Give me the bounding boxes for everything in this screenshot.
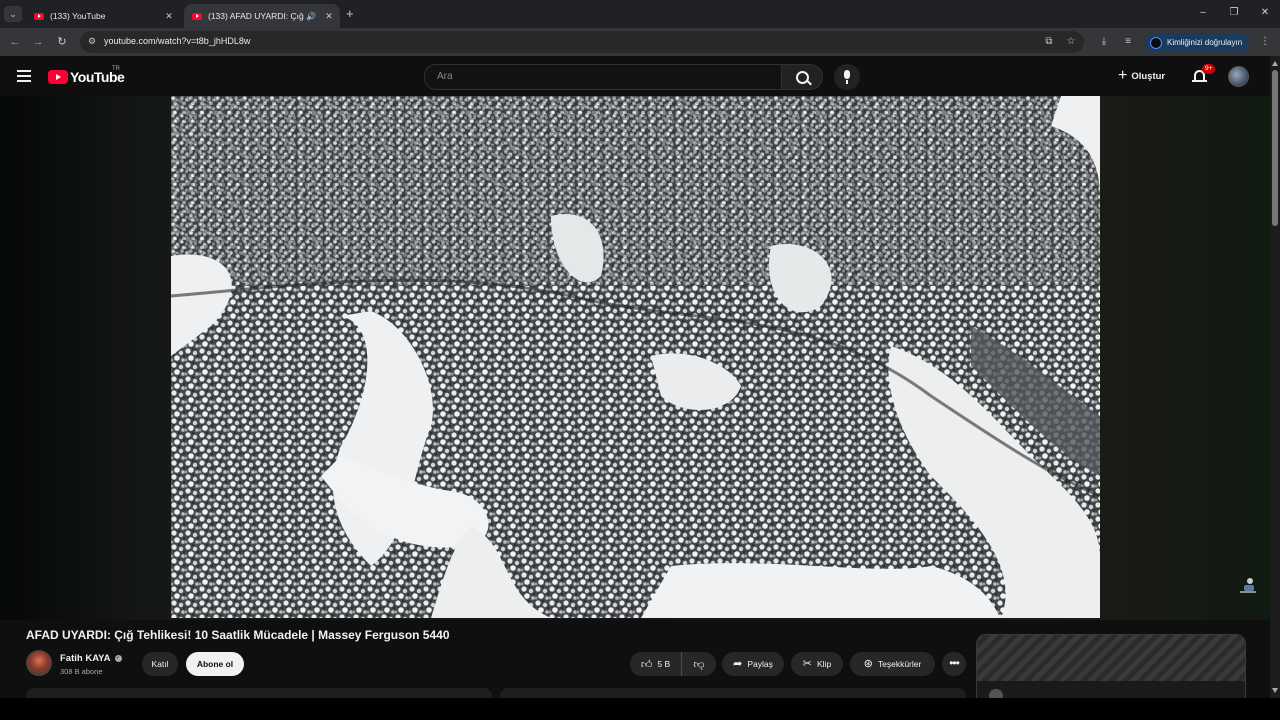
profile-verify-label: Kimliğinizi doğrulayın <box>1167 38 1243 47</box>
browser-tab-bar: ⌄ (133) YouTube ✕ (133) AFAD UYARDI: Çığ… <box>0 0 1280 28</box>
video-frame-snowy-forest <box>171 96 1100 618</box>
youtube-favicon-icon <box>192 12 202 20</box>
thanks-button[interactable]: ⊛ Teşekkürler <box>850 652 935 676</box>
like-count: 5 B <box>657 659 671 669</box>
youtube-play-logo-icon <box>48 70 68 84</box>
reload-icon[interactable]: ↻ <box>55 35 69 49</box>
tab-close-icon[interactable]: ✕ <box>162 11 176 22</box>
speaker-icon[interactable]: 🔊 <box>306 12 316 21</box>
video-player[interactable] <box>171 96 1100 618</box>
search-box[interactable] <box>424 64 782 90</box>
search-button[interactable] <box>781 64 823 90</box>
scissors-icon: ✂ <box>802 658 813 670</box>
plus-icon: + <box>1118 67 1128 84</box>
mic-icon <box>844 70 850 84</box>
window-close-button[interactable]: ✕ <box>1258 6 1272 20</box>
share-arrow-icon: ➦ <box>733 658 743 670</box>
subscribe-label: Abone ol <box>196 659 234 669</box>
search-icon <box>796 71 809 84</box>
verified-check-icon: ✓ <box>114 655 122 662</box>
new-tab-button[interactable]: + <box>346 6 354 22</box>
install-app-icon[interactable]: ⧉ <box>1042 35 1056 49</box>
browser-menu-icon[interactable]: ⋮ <box>1258 35 1272 49</box>
more-actions-button[interactable]: ••• <box>942 652 966 676</box>
back-arrow-icon[interactable]: ← <box>8 35 22 49</box>
download-icon[interactable]: ⤓ <box>1097 35 1111 49</box>
country-code: TR <box>112 66 120 72</box>
youtube-logo[interactable]: YouTube TR <box>48 66 125 85</box>
scroll-down-icon[interactable] <box>1272 688 1278 693</box>
share-button[interactable]: ➦ Paylaş <box>722 652 784 676</box>
bookmark-star-icon[interactable]: ☆ <box>1064 35 1078 49</box>
channel-name: Fatih KAYA <box>60 653 111 664</box>
like-dislike-group: 👍︎ 5 B 👎︎ <box>630 652 716 676</box>
account-avatar[interactable] <box>1228 66 1249 87</box>
tab-close-icon[interactable]: ✕ <box>322 11 336 22</box>
thumbs-up-icon: 👍︎ <box>640 658 653 671</box>
search-input[interactable] <box>435 70 769 83</box>
forward-arrow-icon[interactable]: → <box>31 35 45 49</box>
window-minimize-button[interactable]: – <box>1196 6 1210 20</box>
youtube-favicon-icon <box>34 12 44 20</box>
more-horizontal-icon: ••• <box>949 656 960 670</box>
mini-person-icon <box>1240 578 1256 593</box>
tab-title: (133) AFAD UYARDI: Çığ Tehlikesi! <box>208 11 306 21</box>
notifications-badge: 9+ <box>1202 64 1216 74</box>
bell-base <box>1192 80 1207 82</box>
browser-tab-current-video[interactable]: (133) AFAD UYARDI: Çığ Tehlikesi! 🔊 ✕ <box>184 4 340 28</box>
clip-label: Klip <box>817 659 832 669</box>
thanks-label: Teşekkürler <box>877 659 922 669</box>
thumbs-down-icon: 👎︎ <box>693 658 705 671</box>
tab-title: (133) YouTube <box>50 11 106 21</box>
browser-toolbar: ← → ↻ ⚙ youtube.com/watch?v=t8b_jhHDL8w … <box>0 28 1280 56</box>
like-button[interactable]: 👍︎ 5 B <box>630 652 682 676</box>
page-scrollbar[interactable] <box>1270 56 1280 698</box>
window-restore-button[interactable]: ❐ <box>1227 6 1241 20</box>
browser-tab-youtube-home[interactable]: (133) YouTube ✕ <box>26 4 180 28</box>
taskbar-strip <box>0 698 1280 720</box>
address-url[interactable]: youtube.com/watch?v=t8b_jhHDL8w <box>104 36 250 46</box>
recommended-thumbnail[interactable] <box>977 635 1245 681</box>
voice-search-button[interactable] <box>834 64 860 90</box>
youtube-header: YouTube TR + Oluştur 9+ <box>0 56 1280 96</box>
join-button[interactable]: Katıl <box>142 652 178 676</box>
create-label: Oluştur <box>1131 70 1166 82</box>
share-label: Paylaş <box>747 659 773 669</box>
subscribe-button[interactable]: Abone ol <box>186 652 244 676</box>
profile-avatar-icon <box>1150 36 1162 49</box>
thanks-dollar-icon: ⊛ <box>863 658 873 670</box>
address-bar[interactable]: ⚙ youtube.com/watch?v=t8b_jhHDL8w <box>80 31 1084 53</box>
media-control-icon[interactable]: ≡ <box>1121 35 1135 49</box>
dislike-button[interactable]: 👎︎ <box>682 652 716 676</box>
join-label: Katıl <box>151 659 169 669</box>
video-title: AFAD UYARDI: Çığ Tehlikesi! 10 Saatlik M… <box>26 628 450 642</box>
create-button[interactable]: + Oluştur <box>1118 65 1165 87</box>
notifications-button[interactable]: 9+ <box>1192 64 1216 84</box>
channel-name-link[interactable]: Fatih KAYA ✓ <box>60 653 122 664</box>
clip-button[interactable]: ✂ Klip <box>791 652 843 676</box>
recommended-video-card[interactable] <box>976 634 1246 699</box>
menu-hamburger-icon[interactable] <box>17 70 31 85</box>
scroll-up-icon[interactable] <box>1272 61 1278 66</box>
channel-avatar[interactable] <box>26 650 52 676</box>
tab-search-chevron-icon[interactable]: ⌄ <box>4 6 22 22</box>
profile-verify-button[interactable]: Kimliğinizi doğrulayın <box>1145 33 1249 52</box>
scrollbar-thumb[interactable] <box>1272 70 1278 226</box>
subscriber-count: 308 B abone <box>60 667 103 676</box>
site-info-icon[interactable]: ⚙ <box>88 36 96 47</box>
